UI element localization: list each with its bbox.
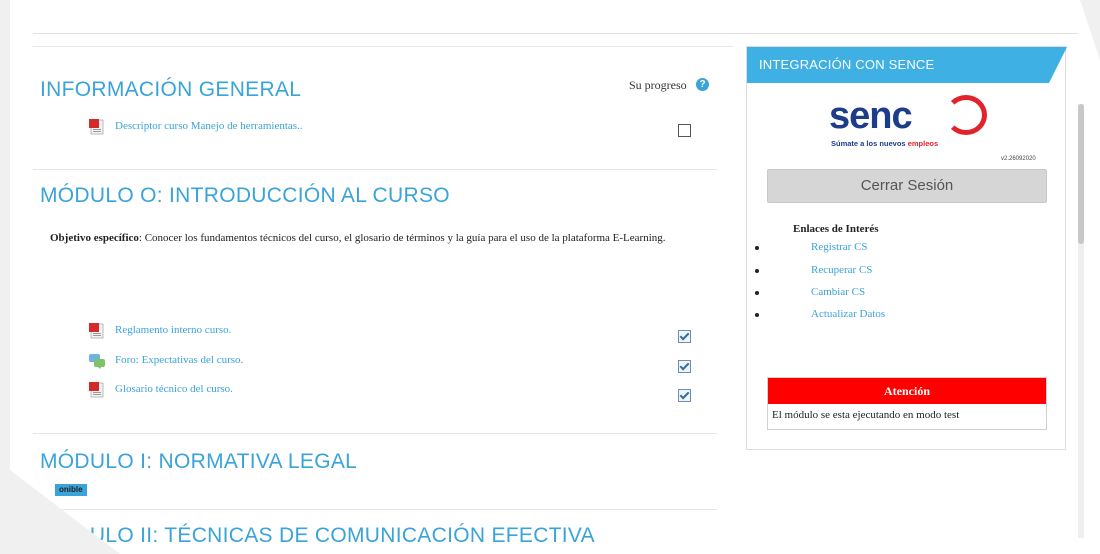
objective-text: Objetivo específico: Conocer los fundame… <box>50 229 690 248</box>
logout-button[interactable]: Cerrar Sesión <box>767 169 1047 203</box>
activity-glosario[interactable]: Glosario técnico del curso. <box>89 382 709 400</box>
link-item: Registrar CS <box>747 241 1047 257</box>
header-tab-corner <box>1049 47 1067 83</box>
section-title-general: INFORMACIÓN GENERAL <box>40 78 302 101</box>
link-item: Cambiar CS <box>747 286 1047 302</box>
activity-link[interactable]: Reglamento interno curso. <box>115 324 231 336</box>
section-divider <box>33 509 717 510</box>
version-label: v2.26092020 <box>1001 156 1036 162</box>
sence-logo: senc Súmate a los nuevos empleos <box>829 95 989 148</box>
activity-reglamento[interactable]: Reglamento interno curso. <box>89 323 709 341</box>
link-cambiar[interactable]: Cambiar CS <box>811 286 865 298</box>
test-mode-alert: Atención El módulo se esta ejecutando en… <box>767 377 1047 430</box>
sence-logo-e <box>945 95 987 135</box>
pdf-icon <box>89 119 104 135</box>
link-item: Actualizar Datos <box>747 308 1047 324</box>
section-divider <box>33 169 717 170</box>
completion-checkbox[interactable] <box>678 124 691 137</box>
scrollbar[interactable] <box>1078 104 1084 538</box>
activity-descriptor[interactable]: Descriptor curso Manejo de herramientas.… <box>89 119 709 137</box>
link-item: Recuperar CS <box>747 264 1047 280</box>
objective-description: : Conocer los fundamentos técnicos del c… <box>138 232 666 244</box>
activity-link[interactable]: Foro: Expectativas del curso. <box>115 354 243 366</box>
link-recuperar[interactable]: Recuperar CS <box>811 264 872 276</box>
section-title-module-0: MÓDULO O: INTRODUCCIÓN AL CURSO <box>40 184 450 207</box>
course-content: INFORMACIÓN GENERAL Su progreso ? Descri… <box>33 46 733 547</box>
alert-title: Atención <box>768 378 1046 404</box>
bullet <box>755 313 759 317</box>
links-title: Enlaces de Interés <box>793 223 879 235</box>
bullet <box>755 246 759 250</box>
activity-foro[interactable]: Foro: Expectativas del curso. <box>89 353 709 371</box>
link-registrar[interactable]: Registrar CS <box>811 241 868 253</box>
availability-badge: onible <box>55 484 87 496</box>
pdf-icon <box>89 382 104 398</box>
course-page: INFORMACIÓN GENERAL Su progreso ? Descri… <box>0 0 1100 554</box>
activity-link[interactable]: Descriptor curso Manejo de herramientas.… <box>115 120 303 132</box>
activity-link[interactable]: Glosario técnico del curso. <box>115 383 233 395</box>
bullet <box>755 269 759 273</box>
pdf-icon <box>89 323 104 339</box>
objective-label: Objetivo específico <box>50 232 139 244</box>
help-icon[interactable]: ? <box>696 78 709 91</box>
completion-checkbox[interactable] <box>678 389 691 402</box>
scrollbar-thumb[interactable] <box>1078 104 1084 244</box>
sence-integration-block: INTEGRACIÓN CON SENCE senc Súmate a los … <box>746 46 1067 450</box>
alert-message: El módulo se esta ejecutando en modo tes… <box>772 409 960 421</box>
section-title-module-1: MÓDULO I: NORMATIVA LEGAL <box>40 450 358 473</box>
top-divider <box>33 33 1078 34</box>
progress-label: Su progreso <box>629 78 687 92</box>
section-title-module-2: MÓDULO II: TÉCNICAS DE COMUNICACIÓN EFEC… <box>40 524 595 547</box>
section-divider <box>33 433 717 434</box>
forum-icon <box>89 354 105 369</box>
block-header: INTEGRACIÓN CON SENCE <box>747 47 1049 83</box>
link-actualizar[interactable]: Actualizar Datos <box>811 308 885 320</box>
completion-checkbox[interactable] <box>678 360 691 373</box>
bullet <box>755 291 759 295</box>
completion-checkbox[interactable] <box>678 330 691 343</box>
